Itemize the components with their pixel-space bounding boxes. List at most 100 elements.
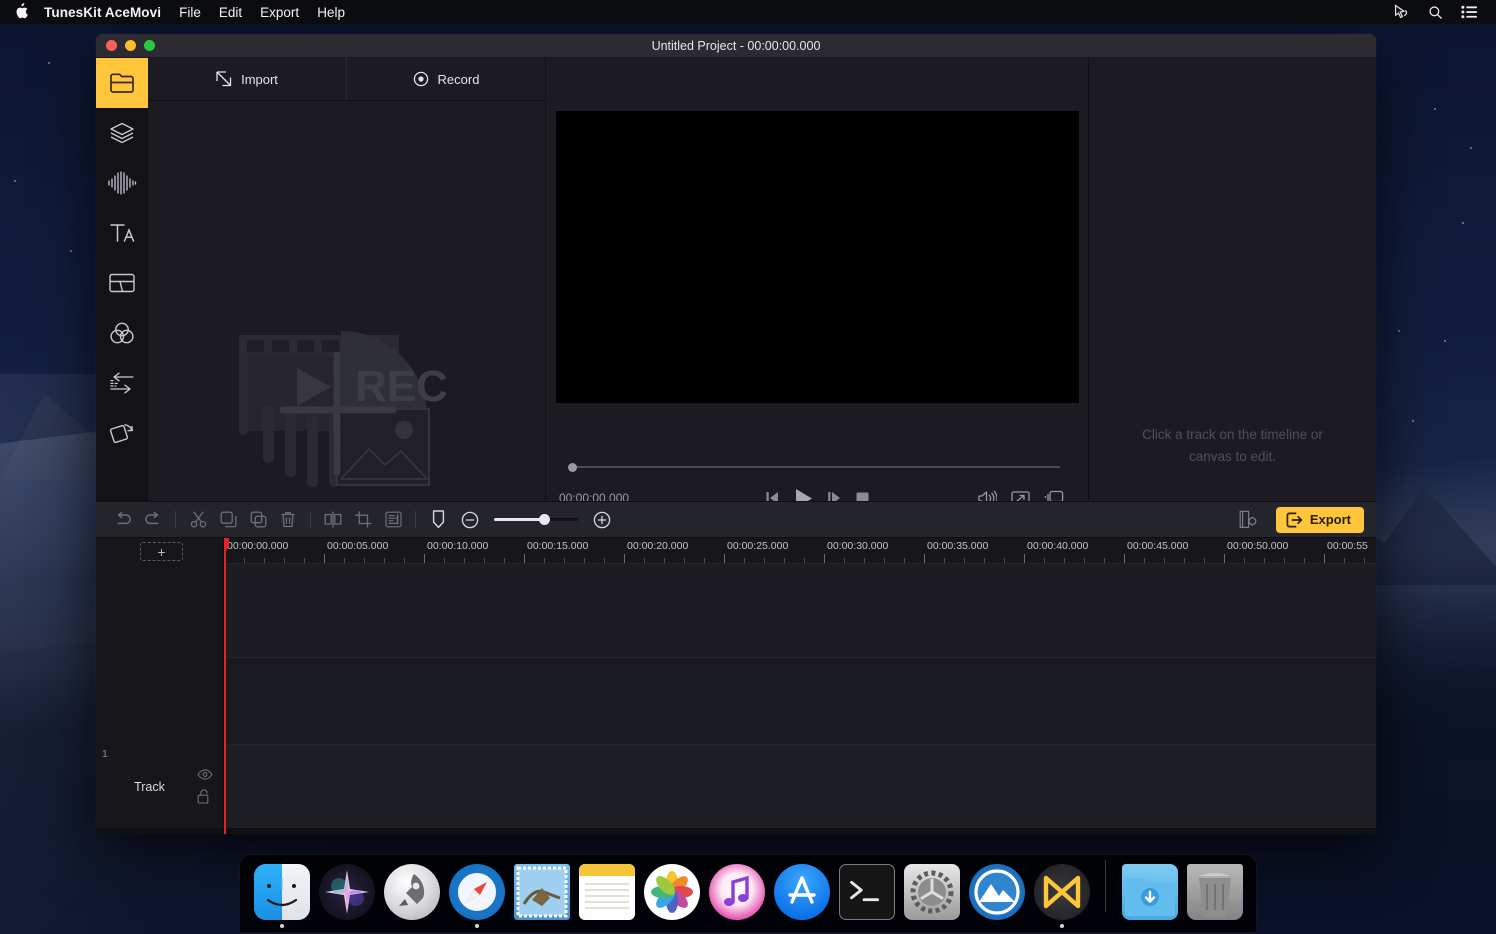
dock-item-siri[interactable] (317, 864, 376, 928)
maximize-button[interactable] (144, 40, 155, 51)
timeline-lane[interactable] (224, 564, 1376, 657)
cut-button[interactable] (183, 506, 213, 534)
timeline-horizontal-scrollbar[interactable] (96, 828, 1376, 834)
unlock-icon[interactable] (197, 789, 213, 804)
zoom-in-button[interactable] (587, 506, 617, 534)
eye-icon[interactable] (197, 769, 213, 780)
dock-item-launchpad[interactable] (382, 864, 441, 928)
dock-item-finder[interactable] (252, 864, 311, 928)
dock-item-safari[interactable] (447, 864, 506, 928)
detach-audio-button[interactable] (378, 506, 408, 534)
timeline-lane[interactable] (224, 658, 1376, 744)
ruler-major-tick (724, 554, 725, 563)
safari-compass-icon (449, 864, 505, 920)
timeline-zoom-slider[interactable] (455, 506, 617, 534)
timeline-body[interactable]: 00:00:00.00000:00:05.00000:00:10.00000:0… (224, 538, 1376, 834)
sidebar-item-stock-layers[interactable] (96, 108, 148, 158)
tab-import[interactable]: Import (148, 58, 347, 100)
render-preview-icon (1239, 510, 1258, 529)
sidebar-item-text[interactable] (96, 208, 148, 258)
sidebar-item-animation[interactable] (96, 408, 148, 458)
dock-item-tunes-app[interactable] (967, 864, 1026, 928)
window-title: Untitled Project - 00:00:00.000 (96, 39, 1376, 53)
dock-item-notes[interactable] (577, 864, 636, 928)
menu-edit[interactable]: Edit (219, 5, 242, 20)
import-arrow-icon (216, 71, 232, 87)
running-indicator (345, 924, 349, 928)
ruler-minor-tick (784, 558, 785, 563)
dock-item-trash[interactable] (1185, 864, 1244, 928)
preview-canvas[interactable] (556, 111, 1079, 403)
close-button[interactable] (106, 40, 117, 51)
menu-help[interactable]: Help (317, 5, 345, 20)
undo-button[interactable] (108, 506, 138, 534)
ruler-minor-tick (1184, 558, 1185, 563)
menubar-app-name[interactable]: TunesKit AceMovi (44, 5, 161, 20)
timeline-section: Export + 1 Track (96, 501, 1376, 834)
ruler-tick-label: 00:00:25.000 (727, 540, 788, 552)
running-indicator (865, 924, 869, 928)
ruler-minor-tick (744, 558, 745, 563)
crop-button[interactable] (348, 506, 378, 534)
control-center-icon[interactable] (1461, 5, 1478, 19)
apple-menu-icon[interactable] (14, 3, 28, 22)
minimize-button[interactable] (125, 40, 136, 51)
notes-icon (579, 864, 635, 920)
sidebar-item-transitions[interactable] (96, 358, 148, 408)
dock-item-photos[interactable] (642, 864, 701, 928)
zoom-slider-knob[interactable] (539, 514, 550, 525)
track-header-1[interactable]: 1 Track (96, 744, 223, 829)
sidebar-item-split-screen[interactable] (96, 258, 148, 308)
ruler-minor-tick (1264, 558, 1265, 563)
zoom-slider-rail[interactable] (494, 514, 578, 526)
ruler-minor-tick (684, 558, 685, 563)
tab-record[interactable]: Record (347, 58, 545, 100)
zoom-out-button[interactable] (455, 506, 485, 534)
tab-import-label: Import (241, 72, 278, 87)
macos-dock (239, 854, 1257, 932)
timeline-ruler[interactable]: 00:00:00.00000:00:05.00000:00:10.00000:0… (224, 538, 1376, 564)
add-track-button[interactable]: + (140, 542, 183, 561)
preview-scrubber[interactable] (556, 456, 1078, 478)
search-icon[interactable] (1428, 5, 1443, 20)
ruler-major-tick (1124, 554, 1125, 563)
menu-export[interactable]: Export (260, 5, 299, 20)
dock-item-mail[interactable] (512, 864, 571, 928)
scrubber-knob[interactable] (568, 463, 577, 472)
sidebar-item-audio[interactable] (96, 158, 148, 208)
dock-item-app-store[interactable] (772, 864, 831, 928)
running-indicator (540, 924, 544, 928)
ruler-tick-label: 00:00:05.000 (327, 540, 388, 552)
cursor-pointer-icon[interactable] (1393, 4, 1410, 20)
dock-item-terminal[interactable] (837, 864, 896, 928)
duplicate-icon (250, 511, 267, 528)
split-button[interactable] (318, 506, 348, 534)
downloads-folder-icon (1122, 864, 1178, 920)
sidebar-item-filters[interactable] (96, 308, 148, 358)
export-button[interactable]: Export (1276, 507, 1364, 533)
ruler-minor-tick (504, 558, 505, 563)
duplicate-button[interactable] (243, 506, 273, 534)
menu-file[interactable]: File (179, 5, 201, 20)
timeline-playhead[interactable] (224, 538, 226, 834)
redo-button[interactable] (138, 506, 168, 534)
copy-button[interactable] (213, 506, 243, 534)
audio-waveform-icon (107, 171, 137, 195)
track-toggles (197, 769, 223, 804)
sidebar-item-media[interactable] (96, 58, 148, 108)
timeline-main: + 1 Track (96, 538, 1376, 834)
ruler-tick-label: 00:00:55 (1327, 540, 1368, 552)
acemovi-bowtie-icon (1034, 864, 1090, 920)
dock-item-downloads[interactable] (1120, 864, 1179, 928)
ruler-tick-label: 00:00:15.000 (527, 540, 588, 552)
ruler-minor-tick (1004, 558, 1005, 563)
marker-button[interactable] (423, 506, 453, 534)
delete-button[interactable] (273, 506, 303, 534)
scrubber-track (568, 466, 1060, 468)
render-preview-button[interactable] (1234, 506, 1264, 534)
timeline-lane[interactable] (224, 745, 1376, 829)
dock-item-system-preferences[interactable] (902, 864, 961, 928)
dock-item-acemovi[interactable] (1032, 864, 1091, 928)
toolbar-separator (175, 511, 176, 528)
dock-item-itunes[interactable] (707, 864, 766, 928)
